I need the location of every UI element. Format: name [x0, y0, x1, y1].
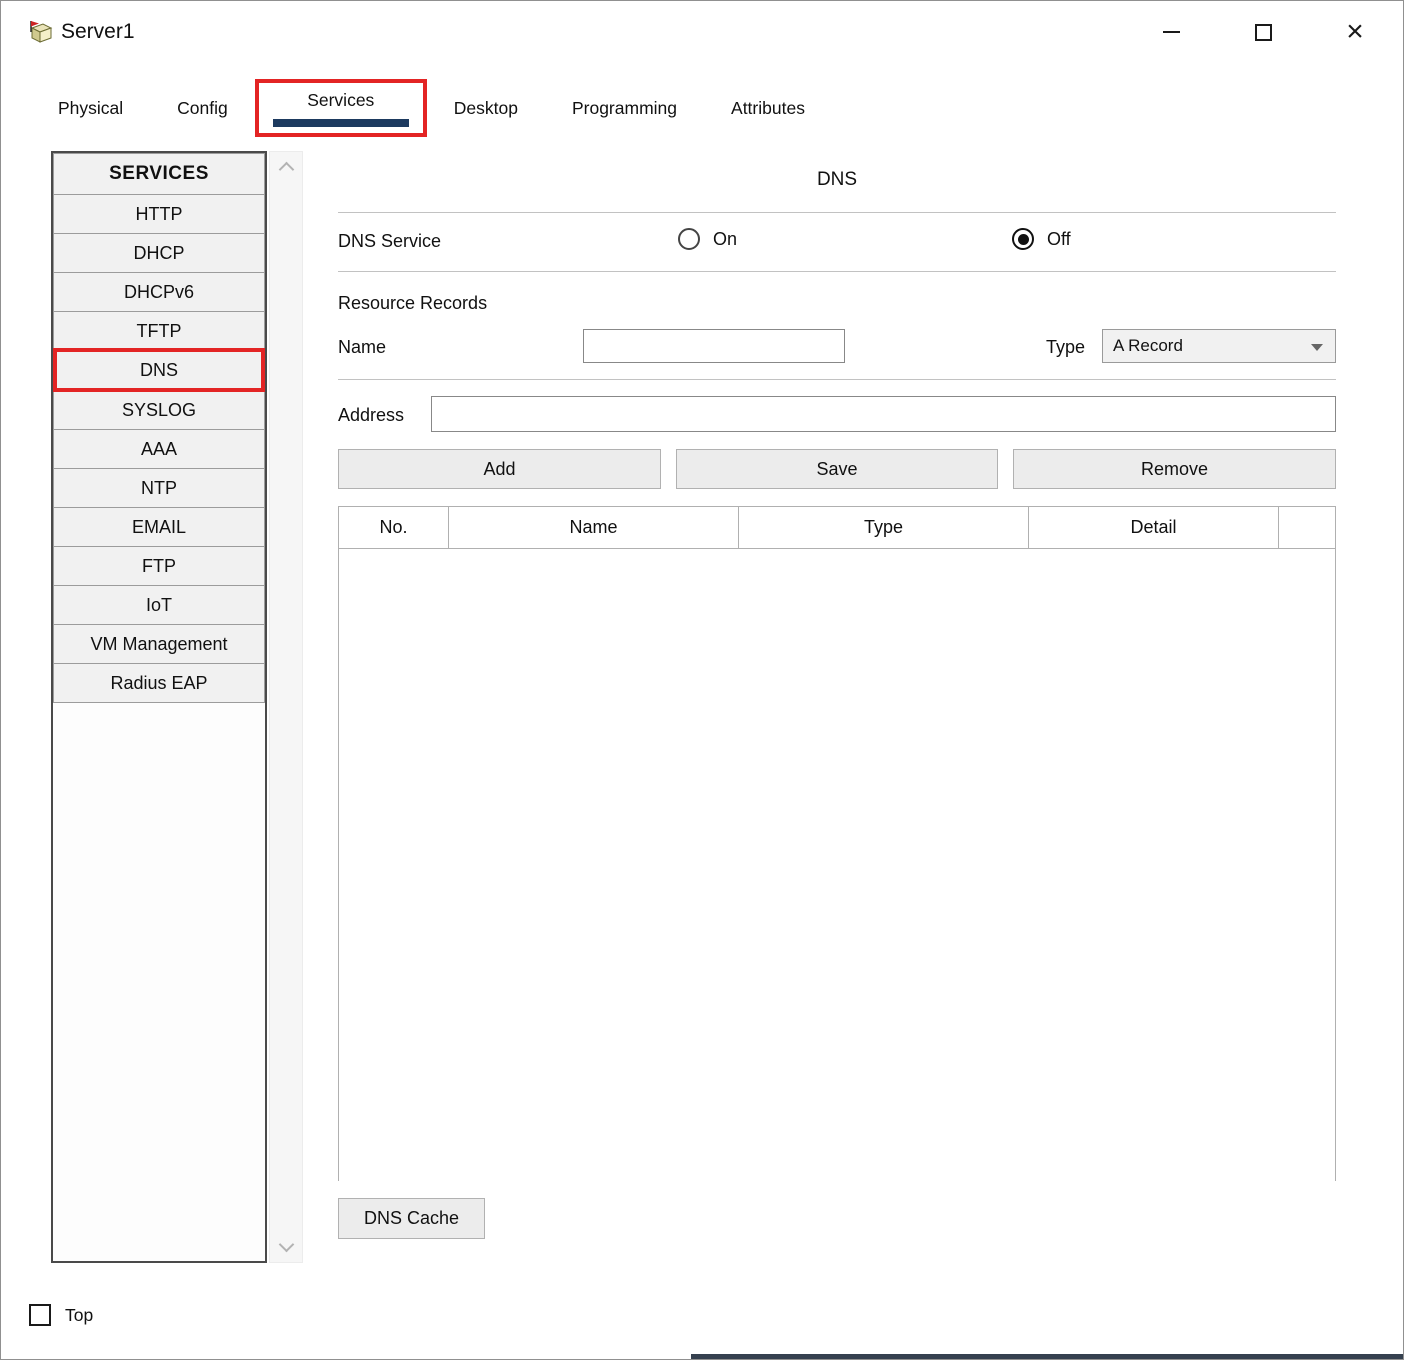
separator: [338, 271, 1336, 272]
chevron-down-icon: [1311, 344, 1323, 351]
services-sidebar: SERVICES HTTP DHCP DHCPv6 TFTP DNS SYSLO…: [51, 151, 267, 1263]
tab-services[interactable]: Services: [255, 79, 427, 137]
type-select[interactable]: A Record: [1102, 329, 1336, 363]
tab-attributes[interactable]: Attributes: [704, 79, 832, 137]
radio-off-icon: [1012, 228, 1034, 250]
top-checkbox[interactable]: [29, 1304, 51, 1326]
sidebar-item-aaa[interactable]: AAA: [53, 429, 265, 469]
type-select-value: A Record: [1113, 336, 1183, 356]
type-label: Type: [1046, 337, 1085, 358]
dns-panel: DNS DNS Service On Off Resource Records …: [338, 151, 1336, 1255]
sidebar-item-vm-management[interactable]: VM Management: [53, 624, 265, 664]
sidebar-item-dhcp[interactable]: DHCP: [53, 233, 265, 273]
column-header-spacer: [1279, 507, 1335, 548]
sidebar-item-iot[interactable]: IoT: [53, 585, 265, 625]
tab-services-label: Services: [293, 88, 388, 115]
sidebar-item-ntp[interactable]: NTP: [53, 468, 265, 508]
resource-records-label: Resource Records: [338, 293, 487, 314]
top-checkbox-label: Top: [65, 1305, 93, 1326]
maximize-icon: [1255, 24, 1272, 41]
sidebar-item-radius-eap[interactable]: Radius EAP: [53, 663, 265, 703]
tab-physical[interactable]: Physical: [31, 79, 150, 137]
name-input[interactable]: [583, 329, 845, 363]
table-header-row: No. Name Type Detail: [339, 507, 1335, 549]
tab-programming[interactable]: Programming: [545, 79, 704, 137]
close-icon: ×: [1346, 17, 1364, 47]
column-header-detail: Detail: [1029, 507, 1279, 548]
dns-cache-button[interactable]: DNS Cache: [338, 1198, 485, 1239]
dns-service-off-radio[interactable]: Off: [1012, 228, 1071, 250]
minimize-button[interactable]: [1139, 1, 1203, 63]
scroll-up-icon[interactable]: [279, 162, 295, 178]
separator: [338, 379, 1336, 380]
sidebar-item-syslog[interactable]: SYSLOG: [53, 390, 265, 430]
sidebar-item-email[interactable]: EMAIL: [53, 507, 265, 547]
separator: [338, 212, 1336, 213]
radio-on-icon: [678, 228, 700, 250]
dns-records-table: No. Name Type Detail: [338, 506, 1336, 1181]
server-window: Server1 × Physical Config Services Deskt…: [0, 0, 1404, 1360]
sidebar-item-ftp[interactable]: FTP: [53, 546, 265, 586]
panel-title: DNS: [338, 169, 1336, 191]
scroll-down-icon[interactable]: [279, 1237, 295, 1253]
column-header-type: Type: [739, 507, 1029, 548]
active-tab-underline: [273, 119, 409, 127]
sidebar-item-dns[interactable]: DNS: [53, 348, 265, 392]
top-checkbox-group[interactable]: Top: [29, 1304, 93, 1326]
address-label: Address: [338, 405, 404, 426]
tab-desktop[interactable]: Desktop: [427, 79, 545, 137]
save-button[interactable]: Save: [676, 449, 998, 489]
column-header-name: Name: [449, 507, 739, 548]
background-window-edge: [691, 1354, 1404, 1359]
sidebar-item-tftp[interactable]: TFTP: [53, 311, 265, 351]
close-button[interactable]: ×: [1323, 1, 1387, 63]
dns-service-on-radio[interactable]: On: [678, 228, 737, 250]
sidebar-item-dhcpv6[interactable]: DHCPv6: [53, 272, 265, 312]
window-title: Server1: [61, 20, 135, 44]
column-header-no: No.: [339, 507, 449, 548]
dns-service-label: DNS Service: [338, 231, 441, 252]
name-label: Name: [338, 337, 386, 358]
packet-tracer-device-icon: [27, 19, 53, 45]
titlebar: Server1 ×: [1, 1, 1403, 63]
add-button[interactable]: Add: [338, 449, 661, 489]
table-body-empty: [339, 549, 1335, 1181]
maximize-button[interactable]: [1231, 1, 1295, 63]
minimize-icon: [1163, 31, 1180, 33]
tab-bar: Physical Config Services Desktop Program…: [31, 79, 832, 137]
sidebar-item-http[interactable]: HTTP: [53, 194, 265, 234]
radio-off-label: Off: [1047, 229, 1071, 250]
sidebar-scrollbar[interactable]: [269, 151, 303, 1263]
address-input[interactable]: [431, 396, 1336, 432]
radio-on-label: On: [713, 229, 737, 250]
tab-config[interactable]: Config: [150, 79, 255, 137]
remove-button[interactable]: Remove: [1013, 449, 1336, 489]
sidebar-header: SERVICES: [53, 153, 265, 195]
